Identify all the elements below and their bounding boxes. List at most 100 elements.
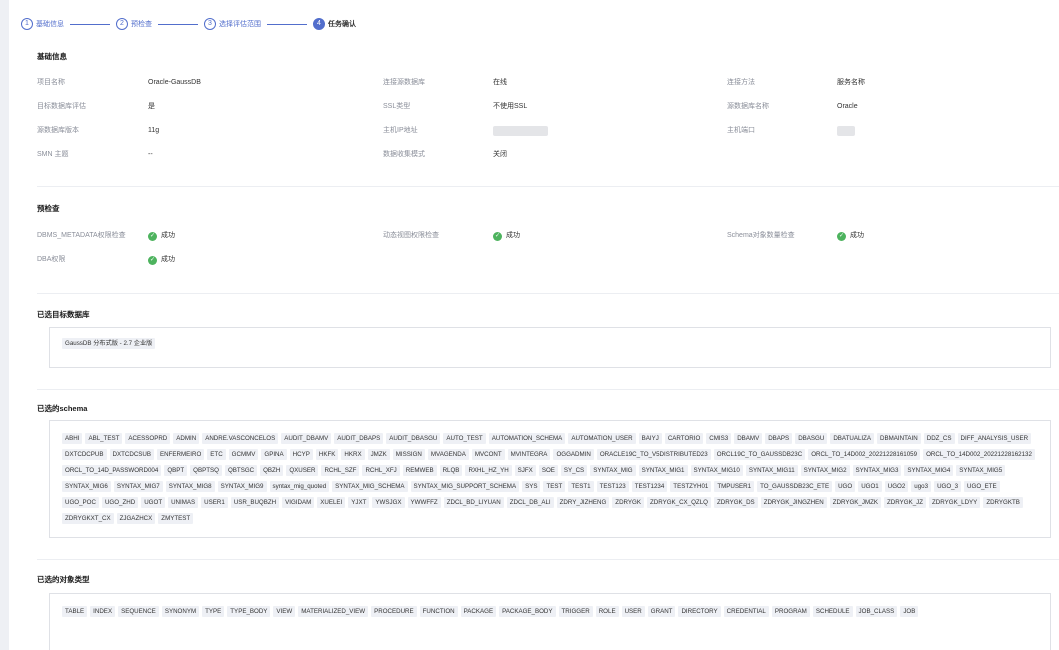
tag: UGO_3 xyxy=(934,481,962,492)
tag: ZDRYGK_LDYY xyxy=(929,497,981,508)
tag: PROGRAM xyxy=(771,606,810,617)
tag: RXHL_HZ_YH xyxy=(465,465,512,476)
tag: YWWFFZ xyxy=(407,497,441,508)
object-types-title: 已选的对象类型 xyxy=(37,575,90,584)
tag: SYNTAX_MIG10 xyxy=(690,465,743,476)
tag: AUDIT_DBASGU xyxy=(386,433,441,444)
target-db-box: GaussDB 分布式版 - 2.7 企业版 xyxy=(49,327,1051,368)
status-text: 成功 xyxy=(506,232,520,239)
tag: AUTO_TEST xyxy=(443,433,486,444)
check-circle-icon: ✓ xyxy=(148,255,157,265)
smn-value: -- xyxy=(148,151,153,158)
tag: DXTCDCSUB xyxy=(109,449,155,460)
step-label: 预检查 xyxy=(131,21,152,28)
tag: REMWEB xyxy=(402,465,437,476)
status-text: 成功 xyxy=(850,232,864,239)
tag: QBPT xyxy=(164,465,188,476)
tag: DBASGU xyxy=(795,433,828,444)
tag: SYNONYM xyxy=(161,606,200,617)
section-divider xyxy=(37,389,1059,390)
precheck-label: Schema对象数量检查 xyxy=(727,232,795,239)
tag: ABL_TEST xyxy=(85,433,123,444)
tag: TABLE xyxy=(62,606,88,617)
tag: ZDCL_BD_LIYUAN xyxy=(443,497,504,508)
tag: TMPUSER1 xyxy=(714,481,755,492)
tag: SYNTAX_MIG_SUPPORT_SCHEMA xyxy=(410,481,520,492)
step-confirm[interactable]: 4 任务确认 xyxy=(313,18,356,30)
tag: QBPTSQ xyxy=(190,465,222,476)
step-connector xyxy=(70,23,110,25)
tag: ABHI xyxy=(62,433,83,444)
tag: ADMIN xyxy=(173,433,200,444)
object-type-tag-list: TABLE INDEX SEQUENCE SYNONYM TYPE TYPE_BODY VI… xyxy=(62,606,1038,622)
basic-info-row-4: SMN 主题 -- 数据收集模式 关闭 xyxy=(9,150,1059,160)
tag: VIGIDAM xyxy=(282,497,315,508)
host-port-label: 主机端口 xyxy=(727,127,755,134)
tag: CMIS3 xyxy=(706,433,732,444)
left-strip xyxy=(0,0,9,650)
tag: RCHL_XFJ xyxy=(362,465,400,476)
tag: UGOT xyxy=(141,497,166,508)
tag: UGO2 xyxy=(884,481,909,492)
tag: SJFX xyxy=(514,465,536,476)
source-db-name-label: 源数据库名称 xyxy=(727,103,769,110)
precheck-status: ✓ 成功 xyxy=(148,255,175,265)
tag: TESTZYH01 xyxy=(670,481,712,492)
tag: ZDCL_DB_ALI xyxy=(506,497,554,508)
status-text: 成功 xyxy=(161,232,175,239)
tag: AUDIT_DBAMV xyxy=(281,433,332,444)
tag: AUDIT_DBAPS xyxy=(334,433,384,444)
step-connector xyxy=(158,23,198,25)
tag: GCMMV xyxy=(228,449,259,460)
project-name-label: 项目名称 xyxy=(37,79,65,86)
tag: MATERIALIZED_VIEW xyxy=(298,606,369,617)
tag: DXTCDCPUB xyxy=(62,449,107,460)
tag: DBATUALIZA xyxy=(830,433,875,444)
conn-source-label: 连接源数据库 xyxy=(383,79,425,86)
step-indicator: 1 基础信息 2 预检查 3 选择评估范围 4 任务确认 xyxy=(21,17,356,31)
ssl-type-label: SSL类型 xyxy=(383,103,411,110)
tag: JMZK xyxy=(367,449,390,460)
section-divider xyxy=(37,186,1059,187)
tag: TYPE_BODY xyxy=(227,606,271,617)
precheck-label: DBA权限 xyxy=(37,256,66,263)
object-types-box: TABLE INDEX SEQUENCE SYNONYM TYPE TYPE_BODY VI… xyxy=(49,593,1051,650)
conn-method-value: 服务名称 xyxy=(837,79,865,86)
tag: UGO_ZHD xyxy=(101,497,139,508)
tag: BAIYJ xyxy=(638,433,662,444)
precheck-row-2: DBA权限 ✓ 成功 xyxy=(9,255,1059,265)
tag: syntax_mig_quoted xyxy=(269,481,330,492)
step-basic-info[interactable]: 1 基础信息 xyxy=(21,18,64,30)
main-panel: 1 基础信息 2 预检查 3 选择评估范围 4 任务确认 基础信息 项目名称 O… xyxy=(9,0,1059,650)
tag: JOB xyxy=(900,606,919,617)
tag: ACESSOPRD xyxy=(125,433,171,444)
precheck-status: ✓ 成功 xyxy=(837,231,864,241)
step-number: 3 xyxy=(204,18,216,30)
tag: PACKAGE_BODY xyxy=(499,606,556,617)
schemas-title: 已选的schema xyxy=(37,404,88,413)
basic-info-row-2: 目标数据库评估 是 SSL类型 不使用SSL 源数据库名称 Oracle xyxy=(9,102,1059,112)
tag: AUTOMATION_USER xyxy=(568,433,636,444)
data-collect-value: 关闭 xyxy=(493,151,507,158)
host-ip-label: 主机IP地址 xyxy=(383,127,418,134)
tag: SYNTAX_MIG5 xyxy=(956,465,1006,476)
target-db-title: 已选目标数据库 xyxy=(37,310,90,319)
tag: MISSIGN xyxy=(392,449,425,460)
tag: ZDRYGK_JZ xyxy=(884,497,927,508)
tag: SYNTAX_MIG3 xyxy=(852,465,902,476)
project-name-value: Oracle-GaussDB xyxy=(148,79,201,86)
step-number: 2 xyxy=(116,18,128,30)
tag: SYNTAX_MIG11 xyxy=(745,465,798,476)
tag: MVCONT xyxy=(471,449,505,460)
step-precheck[interactable]: 2 预检查 xyxy=(116,18,152,30)
tag: MVINTEGRA xyxy=(507,449,551,460)
tag: VIEW xyxy=(273,606,296,617)
tag: XUELEI xyxy=(317,497,346,508)
tag: DBMAINTAIN xyxy=(877,433,921,444)
step-select-scope[interactable]: 3 选择评估范围 xyxy=(204,18,261,30)
check-circle-icon: ✓ xyxy=(493,231,502,241)
tag: ORACLE19C_TO_V5DISTRIBUTED23 xyxy=(596,449,711,460)
tag: OGGADMIN xyxy=(553,449,594,460)
tag: ROLE xyxy=(595,606,619,617)
tag: ORCL19C_TO_GAUSSDB23C xyxy=(713,449,806,460)
